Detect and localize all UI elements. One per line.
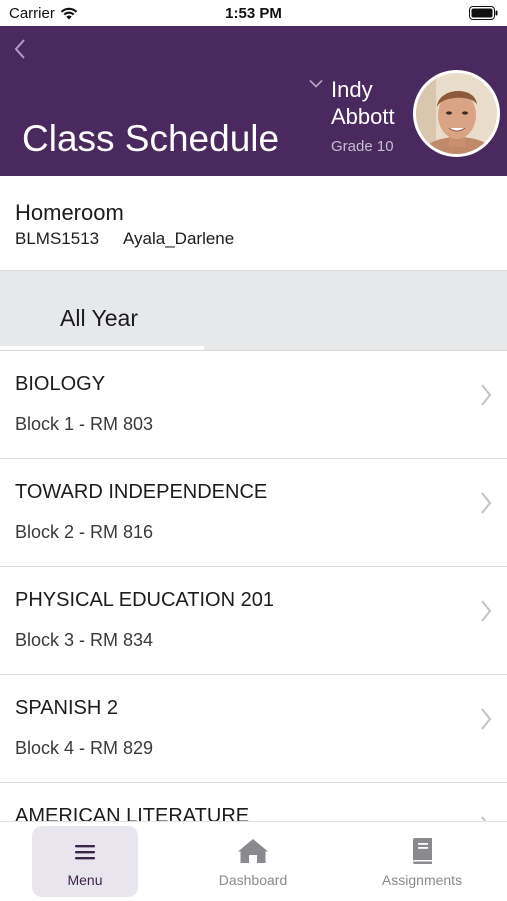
tab-all-year-label: All Year (60, 305, 139, 331)
chevron-right-icon (481, 600, 492, 622)
tab-assignments-label: Assignments (381, 872, 463, 888)
student-photo (416, 73, 497, 154)
homeroom-title: Homeroom (15, 200, 124, 225)
student-name[interactable]: Indy Abbott (331, 76, 395, 130)
course-name: BIOLOGY (15, 373, 106, 395)
course-row[interactable]: TOWARD INDEPENDENCE Block 2 - RM 816 (0, 459, 507, 567)
tab-menu[interactable]: Menu (32, 826, 138, 897)
chevron-down-icon[interactable] (309, 79, 323, 88)
homeroom-code: BLMS1513 (15, 229, 100, 248)
bottom-tab-bar: Menu Dashboard Assignments (0, 821, 507, 901)
course-name: AMERICAN LITERATURE (15, 805, 250, 821)
battery-icon (469, 6, 498, 20)
clock: 1:53 PM (225, 5, 282, 22)
course-row[interactable]: AMERICAN LITERATURE (0, 783, 507, 821)
course-location: Block 1 - RM 803 (15, 414, 154, 434)
status-bar: Carrier 1:53 PM (0, 0, 507, 26)
avatar[interactable] (413, 70, 500, 157)
homeroom-section: Homeroom BLMS1513 Ayala_Darlene (0, 176, 507, 271)
tab-dashboard[interactable]: Dashboard (200, 826, 306, 897)
course-row[interactable]: PHYSICAL EDUCATION 201 Block 3 - RM 834 (0, 567, 507, 675)
term-tabs: All Year (0, 271, 507, 351)
hamburger-icon (75, 845, 95, 860)
page-title: Class Schedule (22, 118, 280, 159)
chevron-right-icon (481, 492, 492, 514)
tab-menu-label: Menu (67, 872, 103, 888)
schedule-header: Class Schedule Indy Abbott Grade 10 (0, 26, 507, 176)
tab-dashboard-label: Dashboard (218, 872, 288, 888)
selected-tab-indicator (0, 346, 204, 350)
course-name: PHYSICAL EDUCATION 201 (15, 589, 274, 611)
course-location: Block 2 - RM 816 (15, 522, 154, 542)
tab-assignments[interactable]: Assignments (369, 826, 475, 897)
course-name: TOWARD INDEPENDENCE (15, 481, 268, 503)
chevron-right-icon (481, 384, 492, 406)
course-row[interactable]: BIOLOGY Block 1 - RM 803 (0, 351, 507, 459)
course-list[interactable]: BIOLOGY Block 1 - RM 803 TOWARD INDEPEND… (0, 351, 507, 821)
student-grade: Grade 10 (331, 138, 394, 155)
course-row[interactable]: SPANISH 2 Block 4 - RM 829 (0, 675, 507, 783)
tab-all-year[interactable]: All Year (0, 271, 204, 350)
course-location: Block 3 - RM 834 (15, 630, 154, 650)
chevron-right-icon (481, 708, 492, 730)
book-icon (413, 838, 432, 864)
homeroom-teacher: Ayala_Darlene (123, 229, 235, 248)
home-icon (238, 839, 268, 863)
course-name: SPANISH 2 (15, 697, 118, 719)
back-chevron-icon[interactable] (12, 38, 28, 60)
course-location: Block 4 - RM 829 (15, 738, 154, 758)
